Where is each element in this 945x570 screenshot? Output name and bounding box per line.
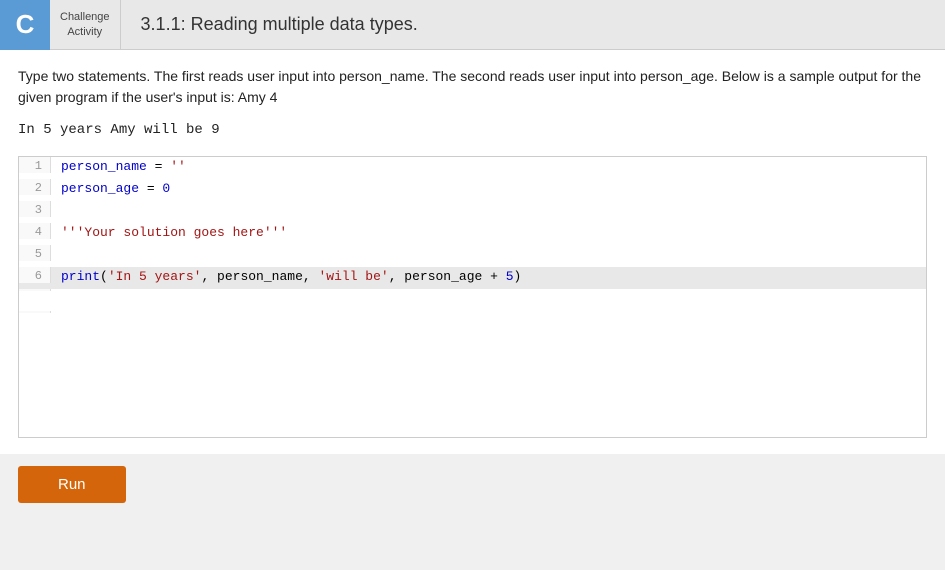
run-button[interactable]: Run xyxy=(18,466,126,503)
line-content-4[interactable]: '''Your solution goes here''' xyxy=(61,223,926,240)
main-content: Type two statements. The first reads use… xyxy=(0,50,945,454)
line-number-6: 6 xyxy=(19,267,51,283)
code-line-2: 2 person_age = 0 xyxy=(19,179,926,201)
activity-line2: Activity xyxy=(67,25,102,39)
line-number-5: 5 xyxy=(19,245,51,261)
description-text: Type two statements. The first reads use… xyxy=(18,66,927,108)
line-content-7 xyxy=(61,289,926,291)
line-content-2[interactable]: person_age = 0 xyxy=(61,179,926,196)
line-number-4: 4 xyxy=(19,223,51,239)
page-title: 3.1.1: Reading multiple data types. xyxy=(121,14,438,35)
line-number-3: 3 xyxy=(19,201,51,217)
run-area: Run xyxy=(0,454,945,515)
code-line-8 xyxy=(19,311,926,437)
line-content-5[interactable] xyxy=(61,245,926,247)
code-line-7 xyxy=(19,289,926,311)
line-number-8 xyxy=(19,311,51,313)
activity-line1: Challenge xyxy=(60,10,110,24)
logo-letter: C xyxy=(16,9,35,40)
line-number-1: 1 xyxy=(19,157,51,173)
activity-label: Challenge Activity xyxy=(50,0,121,50)
logo: C xyxy=(0,0,50,50)
code-editor[interactable]: 1 person_name = '' 2 person_age = 0 3 4 … xyxy=(18,156,927,438)
code-lines: 1 person_name = '' 2 person_age = 0 3 4 … xyxy=(19,157,926,437)
line-content-6[interactable]: print('In 5 years', person_name, 'will b… xyxy=(61,267,926,284)
sample-output: In 5 years Amy will be 9 xyxy=(18,122,927,138)
header: C Challenge Activity 3.1.1: Reading mult… xyxy=(0,0,945,50)
code-line-4: 4 '''Your solution goes here''' xyxy=(19,223,926,245)
code-line-1: 1 person_name = '' xyxy=(19,157,926,179)
sample-output-text: In 5 years Amy will be 9 xyxy=(18,122,220,138)
line-content-3[interactable] xyxy=(61,201,926,203)
code-line-3: 3 xyxy=(19,201,926,223)
code-line-5: 5 xyxy=(19,245,926,267)
code-line-6: 6 print('In 5 years', person_name, 'will… xyxy=(19,267,926,289)
line-number-2: 2 xyxy=(19,179,51,195)
line-number-7 xyxy=(19,289,51,291)
line-content-1[interactable]: person_name = '' xyxy=(61,157,926,174)
line-content-8 xyxy=(61,311,926,313)
